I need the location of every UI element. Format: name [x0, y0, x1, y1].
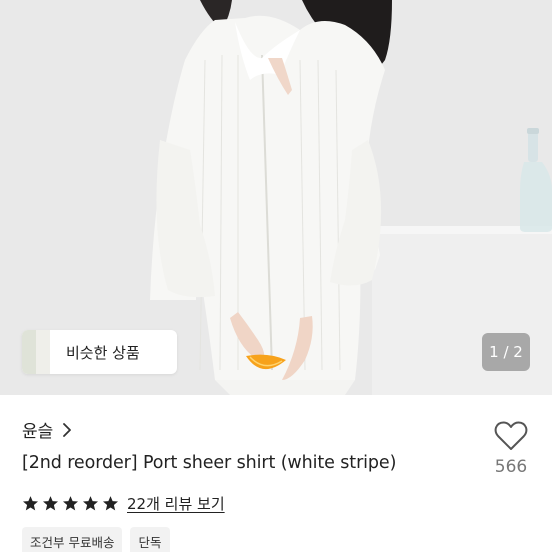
rating-row: 22개 리뷰 보기 — [22, 493, 225, 514]
tag-badge: 단독 — [130, 527, 170, 552]
star-icon — [102, 496, 119, 511]
star-icon — [42, 496, 59, 511]
heart-icon[interactable] — [494, 421, 528, 451]
rating-stars — [22, 495, 119, 512]
review-link[interactable]: 22개 리뷰 보기 — [127, 493, 225, 514]
product-info: 윤슬 [2nd reorder] Port sheer shirt (white… — [0, 395, 552, 552]
star-icon — [22, 496, 39, 511]
tag-list: 조건부 무료배송 단독 — [22, 527, 170, 552]
similar-products-thumbnail — [22, 330, 50, 374]
shop-link[interactable]: 윤슬 — [22, 417, 73, 442]
like-count: 566 — [494, 457, 528, 477]
like-button[interactable]: 566 — [490, 421, 532, 477]
product-image[interactable]: 비슷한 상품 1 / 2 — [0, 0, 552, 395]
tag-badge: 조건부 무료배송 — [22, 527, 123, 552]
product-title: [2nd reorder] Port sheer shirt (white st… — [22, 453, 397, 473]
similar-products-label: 비슷한 상품 — [66, 343, 140, 362]
star-icon — [82, 496, 99, 511]
chevron-right-icon — [63, 422, 72, 437]
similar-products-button[interactable]: 비슷한 상품 — [22, 330, 177, 374]
star-icon — [62, 496, 79, 511]
image-page-indicator: 1 / 2 — [482, 333, 530, 371]
shop-name: 윤슬 — [22, 422, 54, 442]
